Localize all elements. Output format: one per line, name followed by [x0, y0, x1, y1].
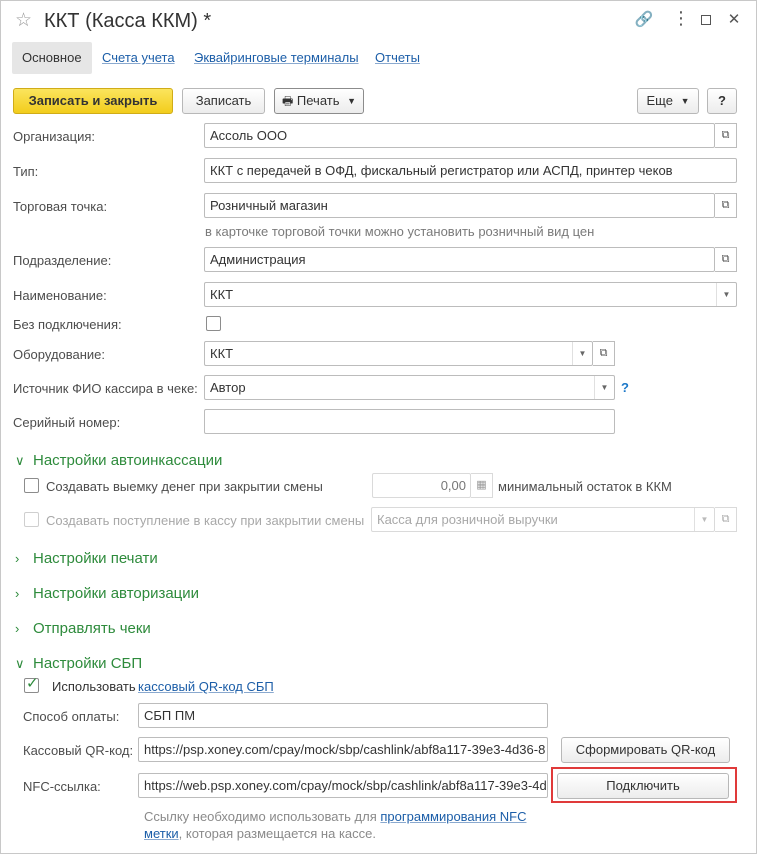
create-withdrawal-checkbox[interactable]	[24, 478, 39, 493]
chevron-down-icon: ∨	[15, 453, 25, 468]
nfc-tag-link[interactable]: метки	[144, 826, 179, 841]
cashier-source-value: Автор	[210, 380, 246, 395]
save-and-close-button[interactable]: Записать и закрыть	[13, 88, 173, 114]
chevron-right-icon: ›	[15, 621, 20, 636]
chevron-down-icon: ▼	[347, 96, 357, 106]
organization-field[interactable]: Ассоль ООО	[204, 123, 715, 148]
no-connection-checkbox[interactable]	[206, 316, 221, 331]
calculator-icon[interactable]: ▦	[471, 473, 493, 498]
section-title: Настройки авторизации	[33, 585, 200, 602]
use-sbp-label: Использовать	[52, 679, 136, 694]
more-button[interactable]: Еще ▼	[637, 88, 699, 114]
chevron-down-icon: ▼	[680, 96, 690, 106]
section-title: Отправлять чеки	[33, 620, 151, 637]
chevron-down-icon[interactable]: ▼	[694, 508, 714, 531]
min-balance-label: минимальный остаток в ККМ	[498, 479, 672, 494]
nfc-field[interactable]: https://web.psp.xoney.com/cpay/mock/sbp/…	[138, 773, 548, 798]
maximize-icon[interactable]	[695, 12, 717, 25]
section-sbp[interactable]: ∨ Настройки СБП	[15, 655, 142, 672]
cashier-source-label: Источник ФИО кассира в чеке:	[13, 381, 198, 396]
department-label: Подразделение:	[13, 253, 112, 268]
section-auth-settings[interactable]: › Настройки авторизации	[15, 585, 199, 602]
name-value: ККТ	[210, 287, 234, 302]
tab-main[interactable]: Основное	[12, 42, 92, 74]
open-icon[interactable]: ⧉	[715, 193, 737, 218]
min-balance-input[interactable]: 0,00	[372, 473, 471, 498]
connect-button[interactable]: Подключить	[557, 773, 729, 799]
more-icon[interactable]: ⋮	[670, 8, 692, 29]
chevron-right-icon: ›	[15, 586, 20, 601]
printer-icon: 🖶	[281, 94, 294, 108]
use-sbp-checkbox[interactable]: ✓	[24, 675, 39, 693]
save-button[interactable]: Записать	[182, 88, 265, 114]
qr-label: Кассовый QR-код:	[23, 743, 134, 758]
sbp-qr-link[interactable]: кассовый QR-код СБП	[138, 679, 274, 694]
generate-qr-button[interactable]: Сформировать QR-код	[561, 737, 730, 763]
chevron-down-icon[interactable]: ▼	[594, 376, 614, 399]
section-title: Настройки печати	[33, 550, 158, 567]
name-label: Наименование:	[13, 288, 107, 303]
organization-label: Организация:	[13, 129, 96, 144]
department-field[interactable]: Администрация	[204, 247, 715, 272]
type-field[interactable]: ККТ с передачей в ОФД, фискальный регист…	[204, 158, 737, 183]
type-label: Тип:	[13, 164, 39, 179]
create-receipt-label: Создавать поступление в кассу при закрыт…	[46, 513, 365, 528]
chevron-down-icon[interactable]: ▼	[572, 342, 592, 365]
serial-label: Серийный номер:	[13, 415, 121, 430]
more-button-label: Еще	[646, 93, 673, 108]
cashbox-placeholder: Касса для розничной выручки	[377, 512, 558, 527]
cashier-source-field[interactable]: Автор ▼	[204, 375, 615, 400]
equipment-field[interactable]: ККТ ▼	[204, 341, 593, 366]
section-title: Настройки автоинкассации	[33, 452, 223, 469]
section-send-receipts[interactable]: › Отправлять чеки	[15, 620, 151, 637]
help-icon[interactable]: ?	[621, 380, 629, 395]
close-icon[interactable]: ✕	[723, 10, 745, 28]
open-icon[interactable]: ⧉	[715, 247, 737, 272]
section-print-settings[interactable]: › Настройки печати	[15, 550, 158, 567]
open-icon[interactable]: ⧉	[715, 123, 737, 148]
open-icon[interactable]: ⧉	[715, 507, 737, 532]
tab-accounts[interactable]: Счета учета	[102, 42, 175, 74]
store-field[interactable]: Розничный магазин	[204, 193, 715, 218]
link-icon[interactable]: 🔗	[633, 10, 655, 28]
nfc-note-line1: Ссылку необходимо использовать для прогр…	[144, 809, 526, 824]
star-icon[interactable]: ☆	[15, 9, 32, 32]
payment-method-label: Способ оплаты:	[23, 709, 120, 724]
chevron-down-icon: ∨	[15, 656, 25, 671]
store-label: Торговая точка:	[13, 199, 108, 214]
tab-acquiring-terminals[interactable]: Эквайринговые терминалы	[194, 42, 359, 74]
cashbox-field[interactable]: Касса для розничной выручки ▼	[371, 507, 715, 532]
section-auto-collection[interactable]: ∨ Настройки автоинкассации	[15, 452, 222, 469]
name-field[interactable]: ККТ ▼	[204, 282, 737, 307]
qr-field[interactable]: https://psp.xoney.com/cpay/mock/sbp/cash…	[138, 737, 548, 762]
tab-reports[interactable]: Отчеты	[375, 42, 420, 74]
window-title: ККТ (Касса ККМ) *	[44, 10, 212, 32]
checkmark-icon: ✓	[26, 675, 39, 692]
help-button[interactable]: ?	[707, 88, 737, 114]
chevron-down-icon[interactable]: ▼	[716, 283, 736, 306]
serial-field[interactable]	[204, 409, 615, 434]
nfc-note-suffix: , которая размещается на кассе.	[178, 826, 376, 841]
create-withdrawal-label: Создавать выемку денег при закрытии смен…	[46, 479, 323, 494]
create-receipt-checkbox[interactable]	[24, 512, 39, 527]
payment-method-field[interactable]: СБП ПМ	[138, 703, 548, 728]
equipment-label: Оборудование:	[13, 347, 106, 362]
nfc-note-prefix: Ссылку необходимо использовать для	[144, 809, 377, 824]
nfc-note-line2: метки, которая размещается на кассе.	[144, 826, 376, 841]
section-title: Настройки СБП	[33, 655, 143, 672]
chevron-right-icon: ›	[15, 551, 20, 566]
equipment-value: ККТ	[210, 346, 234, 361]
nfc-programming-link[interactable]: программирования NFC	[380, 809, 526, 824]
store-hint: в карточке торговой точки можно установи…	[205, 224, 595, 239]
nfc-label: NFC-ссылка:	[23, 779, 101, 794]
print-button[interactable]: 🖶 Печать ▼	[274, 88, 364, 114]
open-icon[interactable]: ⧉	[593, 341, 615, 366]
print-button-label: Печать	[296, 93, 340, 108]
no-connection-label: Без подключения:	[13, 317, 122, 332]
